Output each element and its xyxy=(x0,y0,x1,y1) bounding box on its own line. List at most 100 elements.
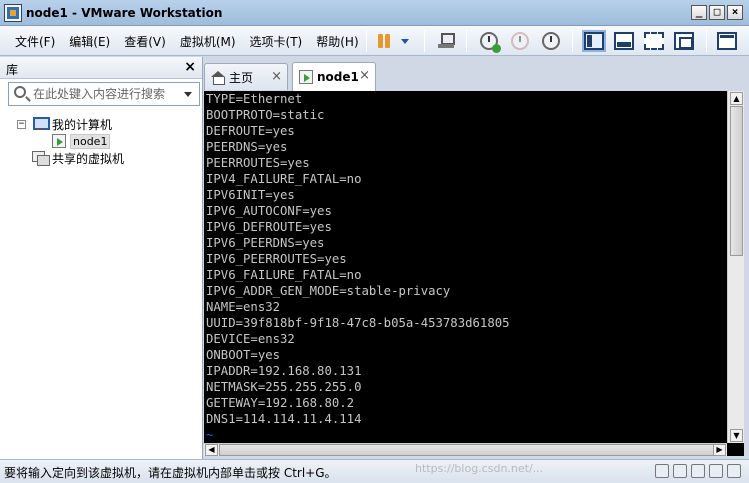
cd-drive-icon[interactable] xyxy=(673,464,687,478)
menu-view[interactable]: 查看(V) xyxy=(117,33,173,50)
scroll-up-icon[interactable]: ▲ xyxy=(730,92,743,105)
computer-icon xyxy=(32,117,50,131)
revert-snapshot-button[interactable] xyxy=(509,29,531,53)
dropdown-arrow-icon xyxy=(401,38,409,44)
console-vertical-scrollbar[interactable]: ▲ ▼ xyxy=(727,91,744,443)
window-controls: _ □ × xyxy=(691,5,743,20)
power-dropdown-button[interactable] xyxy=(398,29,412,53)
library-panel: 库 × − 我的计算机 node1 共享的虚拟机 xyxy=(0,57,203,459)
shared-vms-icon xyxy=(32,151,50,166)
menu-edit[interactable]: 编辑(E) xyxy=(62,33,117,50)
library-title: 库 xyxy=(6,63,19,77)
tab-node1-label: node1 xyxy=(317,70,359,84)
thumbnail-bar-icon xyxy=(614,32,634,50)
tab-home[interactable]: 主页 × xyxy=(204,63,288,90)
console-line: BOOTPROTO=static xyxy=(206,108,325,122)
scroll-down-icon[interactable]: ▼ xyxy=(730,429,743,442)
status-bar: 要将输入定向到该虚拟机，请在虚拟机内部单击或按 Ctrl+G。 xyxy=(0,459,749,483)
menu-toolbar: 文件(F) 编辑(E) 查看(V) 虚拟机(M) 选项卡(T) 帮助(H) xyxy=(0,26,749,56)
console-view-icon xyxy=(717,32,737,50)
console-line: NETMASK=255.255.255.0 xyxy=(206,380,362,394)
console-line: DNS1=114.114.11.4.114 xyxy=(206,412,362,426)
library-header: 库 × xyxy=(0,57,202,79)
vertical-scroll-thumb[interactable] xyxy=(730,106,743,256)
tree-label-my-computer: 我的计算机 xyxy=(52,117,113,132)
console-line: ONBOOT=yes xyxy=(206,348,281,362)
tree-item-shared-vms[interactable]: 共享的虚拟机 xyxy=(32,150,124,166)
scroll-left-icon[interactable]: ◀ xyxy=(205,444,218,456)
search-input[interactable] xyxy=(33,85,181,103)
console-line: DEVICE=ens32 xyxy=(206,332,295,346)
watermark-text: https://blog.csdn.net/... xyxy=(415,462,544,475)
console-line: IPV4_FAILURE_FATAL=no xyxy=(206,172,362,186)
fullscreen-button[interactable] xyxy=(642,29,666,53)
toolbar-separator xyxy=(366,30,367,52)
snapshot-take-icon xyxy=(480,32,501,53)
horizontal-scroll-thumb[interactable] xyxy=(219,444,719,456)
console-line: TYPE=Ethernet xyxy=(206,92,303,106)
vm-icon xyxy=(52,134,66,148)
console-line: IPV6_DEFROUTE=yes xyxy=(206,220,332,234)
tab-node1[interactable]: node1 × xyxy=(292,62,376,91)
toolbar-separator xyxy=(424,30,425,52)
console-line: IPV6_FAILURE_FATAL=no xyxy=(206,268,362,282)
console-view-button[interactable] xyxy=(715,29,739,53)
toolbar-separator xyxy=(466,30,467,52)
scroll-right-icon[interactable]: ▶ xyxy=(713,444,726,456)
menu-help[interactable]: 帮助(H) xyxy=(309,33,365,50)
console-line: UUID=39f818bf-9f18-47c8-b05a-453783d6180… xyxy=(206,316,510,330)
device-status-icons xyxy=(655,464,741,478)
usb-icon[interactable] xyxy=(709,464,723,478)
tree-item-node1[interactable]: node1 xyxy=(52,133,111,149)
close-window-button[interactable]: × xyxy=(727,5,743,20)
snapshot-manager-button[interactable] xyxy=(540,29,562,53)
snapshot-manager-icon xyxy=(542,32,560,50)
vmware-app-icon xyxy=(5,5,21,21)
search-dropdown-icon[interactable] xyxy=(184,92,192,97)
search-icon xyxy=(14,86,26,98)
console-line: IPV6_PEERROUTES=yes xyxy=(206,252,347,266)
tree-label-node1: node1 xyxy=(70,133,111,149)
menu-vm[interactable]: 虚拟机(M) xyxy=(173,33,243,50)
message-log-icon[interactable] xyxy=(727,464,741,478)
take-snapshot-button[interactable] xyxy=(478,29,501,53)
close-library-icon[interactable]: × xyxy=(184,59,196,75)
toolbar-separator xyxy=(572,30,573,52)
console-line: PEERDNS=yes xyxy=(206,140,288,154)
tree-collapse-toggle[interactable]: − xyxy=(17,120,26,129)
pause-button[interactable] xyxy=(374,29,394,53)
network-adapter-icon[interactable] xyxy=(691,464,705,478)
vm-icon xyxy=(299,70,313,84)
unity-button[interactable] xyxy=(672,29,696,53)
network-icon xyxy=(437,32,455,50)
console-line: IPADDR=192.168.80.131 xyxy=(206,364,362,378)
tree-item-my-computer[interactable]: 我的计算机 xyxy=(32,116,112,132)
menu-tabs[interactable]: 选项卡(T) xyxy=(243,33,310,50)
hard-disk-icon[interactable] xyxy=(655,464,669,478)
library-search-box[interactable] xyxy=(8,82,200,106)
snapshot-revert-icon xyxy=(511,32,529,50)
tab-node1-close-icon[interactable]: × xyxy=(359,68,370,83)
show-library-button[interactable] xyxy=(582,29,606,53)
send-ctrl-alt-del-button[interactable] xyxy=(435,29,457,53)
console-horizontal-scrollbar[interactable]: ◀ ▶ xyxy=(204,443,727,456)
maximize-button[interactable]: □ xyxy=(709,5,725,20)
menu-bar: 文件(F) 编辑(E) 查看(V) 虚拟机(M) 选项卡(T) 帮助(H) xyxy=(8,33,366,50)
status-message: 要将输入定向到该虚拟机，请在虚拟机内部单击或按 Ctrl+G。 xyxy=(4,466,337,480)
unity-icon xyxy=(674,32,694,50)
home-icon xyxy=(211,70,225,85)
menu-file[interactable]: 文件(F) xyxy=(8,33,62,50)
tree-label-shared: 共享的虚拟机 xyxy=(52,151,125,166)
console-line: IPV6_ADDR_GEN_MODE=stable-privacy xyxy=(206,284,451,298)
tab-home-close-icon[interactable]: × xyxy=(271,69,282,84)
minimize-button[interactable]: _ xyxy=(691,5,707,20)
console-line: IPV6INIT=yes xyxy=(206,188,295,202)
console-line: NAME=ens32 xyxy=(206,300,281,314)
console-line: GETEWAY=192.168.80.2 xyxy=(206,396,355,410)
console-line: IPV6_AUTOCONF=yes xyxy=(206,204,332,218)
console-line: IPV6_PEERDNS=yes xyxy=(206,236,325,250)
window-title: node1 - VMware Workstation xyxy=(26,6,223,20)
thumbnail-bar-button[interactable] xyxy=(612,29,636,53)
vm-console[interactable]: TYPE=Ethernet BOOTPROTO=static DEFROUTE=ye… xyxy=(204,91,744,456)
library-view-icon xyxy=(584,32,604,50)
